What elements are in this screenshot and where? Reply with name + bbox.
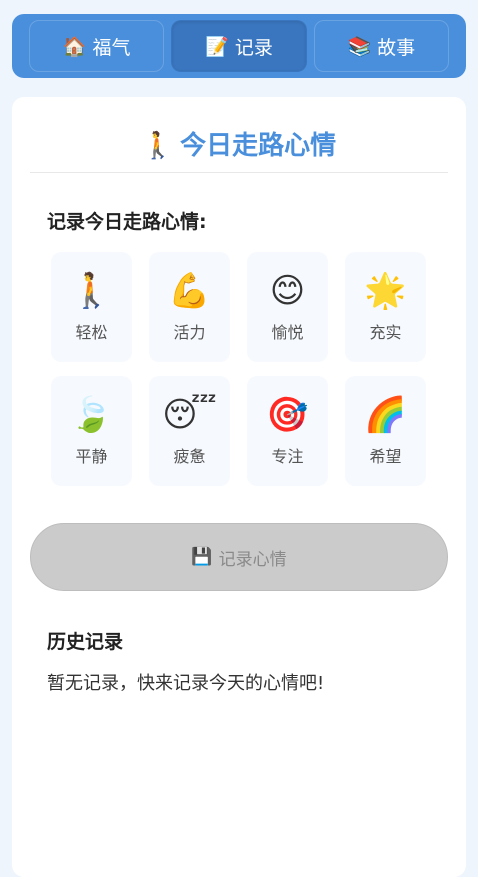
mood-option-calm[interactable]: 🍃 平静	[51, 376, 132, 486]
memo-icon: 📝	[205, 35, 229, 58]
mood-label: 疲惫	[173, 447, 206, 466]
mood-option-focused[interactable]: 🎯 专注	[247, 376, 328, 486]
mood-option-relaxed[interactable]: 🚶 轻松	[51, 252, 132, 362]
tab-jilu[interactable]: 📝 记录	[171, 20, 307, 72]
mood-option-fulfilled[interactable]: 🌟 充实	[345, 252, 426, 362]
mood-label: 专注	[271, 447, 304, 466]
leaf-icon: 🍃	[70, 395, 113, 435]
sleeping-face-icon: 😴	[162, 395, 217, 435]
walking-person-icon: 🚶	[70, 271, 113, 311]
target-icon: 🎯	[266, 395, 309, 435]
tab-fuqi[interactable]: 🏠 福气	[29, 20, 165, 72]
books-icon: 📚	[347, 35, 372, 58]
history-title: 历史记录	[47, 631, 124, 653]
mood-label: 充实	[369, 323, 402, 342]
save-mood-label: 记录心情	[218, 549, 287, 570]
mood-option-tired[interactable]: 😴 疲惫	[149, 376, 230, 486]
mood-label: 平静	[75, 447, 108, 466]
divider	[30, 172, 448, 173]
page-title-text: 今日走路心情	[180, 131, 337, 161]
house-icon: 🏠	[62, 35, 87, 58]
mood-grid: 🚶 轻松 💪 活力 😊 愉悦 🌟 充实 🍃 平静 😴 疲惫 🎯 专注 🌈 希望	[51, 252, 427, 486]
mood-card: 🚶 今日走路心情 记录今日走路心情: 🚶 轻松 💪 活力 😊 愉悦 🌟 充实 🍃 …	[12, 97, 466, 877]
top-tab-bar: 🏠 福气 📝 记录 📚 故事	[12, 14, 466, 78]
tab-label: 记录	[234, 36, 273, 59]
rainbow-icon: 🌈	[364, 395, 407, 435]
walking-person-icon: 🚶	[141, 131, 175, 161]
tab-label: 故事	[377, 36, 416, 59]
mood-option-energetic[interactable]: 💪 活力	[149, 252, 230, 362]
mood-prompt: 记录今日走路心情:	[47, 211, 207, 233]
mood-label: 愉悦	[271, 323, 304, 342]
glowing-star-icon: 🌟	[364, 271, 407, 311]
flexed-biceps-icon: 💪	[168, 271, 211, 311]
tab-gushi[interactable]: 📚 故事	[313, 20, 449, 72]
mood-option-hopeful[interactable]: 🌈 希望	[345, 376, 426, 486]
tab-label: 福气	[92, 36, 131, 59]
history-empty-text: 暂无记录，快来记录今天的心情吧!	[47, 673, 325, 694]
smiling-face-icon: 😊	[269, 271, 306, 311]
mood-label: 活力	[173, 323, 206, 342]
mood-label: 轻松	[75, 323, 108, 342]
save-mood-button[interactable]: 💾 记录心情	[30, 523, 448, 591]
mood-option-joyful[interactable]: 😊 愉悦	[247, 252, 328, 362]
floppy-disk-icon: 💾	[191, 547, 213, 567]
mood-label: 希望	[369, 447, 402, 466]
page-title: 🚶 今日走路心情	[12, 125, 466, 162]
